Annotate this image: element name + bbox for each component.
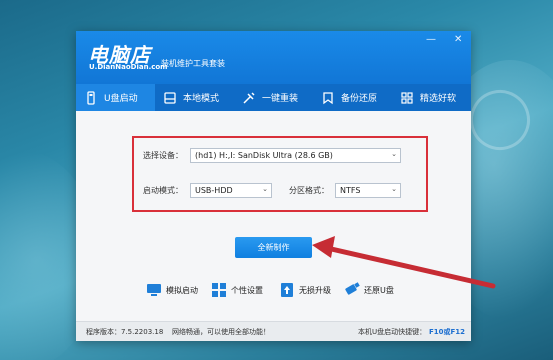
minimize-button[interactable]: — bbox=[426, 34, 436, 45]
partition-format-label: 分区格式： bbox=[289, 186, 329, 195]
program-version: 程序版本：7.5.2203.18 bbox=[86, 328, 164, 336]
boot-hotkey-hint: 本机U盘启动快捷键： bbox=[358, 328, 427, 336]
main-tabs: U盘启动 本地模式 一键重装 备份还原 精选好软 bbox=[76, 84, 471, 111]
boot-mode-label: 启动模式： bbox=[143, 186, 183, 195]
partition-format-select[interactable]: NTFS ⌄ bbox=[335, 183, 401, 198]
tools-icon bbox=[243, 91, 255, 104]
tool-label: 个性设置 bbox=[231, 285, 263, 295]
tool-label: 模拟启动 bbox=[166, 285, 198, 295]
lossless-upgrade-button[interactable]: 无损升级 bbox=[279, 281, 331, 299]
tab-local-mode[interactable]: 本地模式 bbox=[155, 84, 234, 111]
tool-label: 还原U盘 bbox=[364, 285, 394, 295]
status-bar: 程序版本：7.5.2203.18 网络畅通，可以使用全部功能！ 本机U盘启动快捷… bbox=[76, 321, 471, 341]
boot-hotkeys: F10或F12 bbox=[429, 328, 466, 336]
settings-panel-highlight: 选择设备： (hd1) H:,I: SanDisk Ultra (28.6 GB… bbox=[132, 136, 428, 212]
chevron-down-icon: ⌄ bbox=[262, 185, 268, 193]
monitor-icon bbox=[147, 284, 161, 296]
local-disk-icon bbox=[164, 91, 176, 104]
tab-label: 本地模式 bbox=[183, 94, 220, 104]
create-new-button[interactable]: 全新制作 bbox=[235, 237, 312, 258]
tool-label: 无损升级 bbox=[299, 285, 331, 295]
simulate-boot-button[interactable]: 模拟启动 bbox=[146, 281, 198, 299]
custom-settings-button[interactable]: 个性设置 bbox=[211, 281, 263, 299]
close-button[interactable]: ✕ bbox=[454, 34, 462, 45]
tab-label: U盘启动 bbox=[104, 94, 138, 104]
app-slogan: 装机维护工具套装 bbox=[161, 59, 225, 68]
tab-one-click-reinstall[interactable]: 一键重装 bbox=[234, 84, 313, 111]
backup-icon bbox=[323, 91, 333, 104]
device-label: 选择设备： bbox=[143, 151, 183, 160]
upgrade-icon bbox=[281, 283, 293, 297]
tab-usb-boot[interactable]: U盘启动 bbox=[76, 84, 155, 111]
usb-drive-icon bbox=[87, 90, 95, 105]
app-logo-url: U.DianNaoDian.com bbox=[89, 63, 168, 71]
tab-selected-software[interactable]: 精选好软 bbox=[392, 84, 471, 111]
boot-mode-value: USB-HDD bbox=[195, 186, 233, 195]
apps-grid-icon bbox=[401, 91, 413, 104]
app-window: 电脑店 U.DianNaoDian.com 装机维护工具套装 — ✕ U盘启动 … bbox=[76, 31, 471, 341]
tab-backup-restore[interactable]: 备份还原 bbox=[313, 84, 392, 111]
restore-usb-button[interactable]: 还原U盘 bbox=[344, 281, 394, 299]
usb-restore-icon bbox=[345, 282, 360, 295]
title-bar: 电脑店 U.DianNaoDian.com 装机维护工具套装 — ✕ bbox=[76, 31, 471, 84]
chevron-down-icon: ⌄ bbox=[391, 150, 397, 158]
tab-label: 精选好软 bbox=[420, 94, 457, 104]
boot-mode-select[interactable]: USB-HDD ⌄ bbox=[190, 183, 272, 198]
tab-label: 一键重装 bbox=[262, 94, 299, 104]
network-status: 网络畅通，可以使用全部功能！ bbox=[172, 328, 270, 336]
device-select[interactable]: (hd1) H:,I: SanDisk Ultra (28.6 GB) ⌄ bbox=[190, 148, 401, 163]
partition-format-value: NTFS bbox=[340, 186, 361, 195]
device-select-value: (hd1) H:,I: SanDisk Ultra (28.6 GB) bbox=[195, 151, 333, 160]
grid-settings-icon bbox=[212, 283, 226, 297]
chevron-down-icon: ⌄ bbox=[391, 185, 397, 193]
tab-label: 备份还原 bbox=[341, 94, 378, 104]
